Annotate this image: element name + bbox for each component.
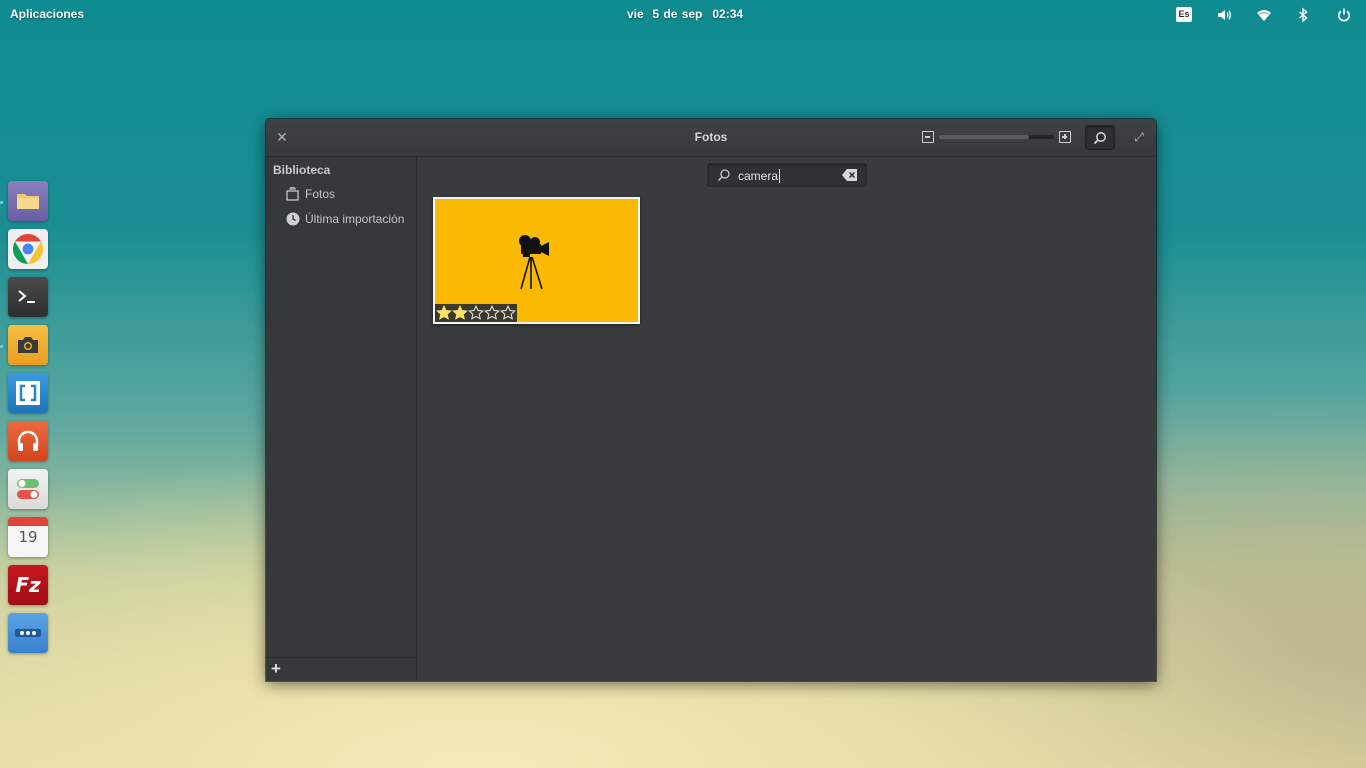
search-toggle-button[interactable]: [1085, 125, 1115, 150]
sidebar-heading: Biblioteca: [273, 163, 331, 177]
clock-icon: [285, 212, 300, 227]
keyboard-layout-indicator[interactable]: Es: [1176, 7, 1192, 22]
running-indicator: [0, 345, 3, 348]
zoom-slider-fill: [939, 135, 1029, 139]
photos-window: ✕ Fotos ⤢ Biblioteca Fotos Última import…: [266, 119, 1156, 681]
text-cursor: [779, 169, 780, 183]
dock-filezilla[interactable]: Fz: [8, 565, 48, 605]
bluetooth-icon[interactable]: [1294, 6, 1312, 24]
dock-files[interactable]: [8, 181, 48, 221]
zoom-slider[interactable]: [939, 135, 1054, 139]
terminal-icon: [18, 290, 35, 303]
photo-thumbnail[interactable]: [433, 197, 640, 324]
running-indicator: [0, 201, 3, 204]
titlebar: ✕ Fotos ⤢: [266, 119, 1156, 157]
star-filled-icon[interactable]: [436, 305, 452, 321]
zoom-out-button[interactable]: [922, 131, 934, 143]
sidebar: Biblioteca Fotos Última importación +: [266, 157, 417, 681]
sidebar-item-last-import[interactable]: Última importación: [285, 209, 404, 229]
star-empty-icon[interactable]: [484, 305, 500, 321]
toggle-icon: [17, 479, 39, 499]
photo-grid: camera: [418, 157, 1156, 681]
search-input-value: camera: [738, 169, 779, 183]
star-filled-icon[interactable]: [452, 305, 468, 321]
zoom-in-button[interactable]: [1059, 131, 1071, 143]
maximize-icon: ⤢: [1134, 130, 1144, 144]
dock-chrome[interactable]: [8, 229, 48, 269]
maximize-button[interactable]: ⤢: [1132, 130, 1146, 144]
power-icon[interactable]: [1335, 6, 1353, 24]
star-empty-icon[interactable]: [468, 305, 484, 321]
dock-brackets[interactable]: [8, 373, 48, 413]
volume-icon[interactable]: [1215, 6, 1233, 24]
rating-stars[interactable]: [435, 304, 517, 322]
clear-search-icon[interactable]: [842, 169, 858, 181]
sidebar-item-photos[interactable]: Fotos: [285, 184, 335, 204]
sidebar-footer: +: [266, 657, 416, 681]
brackets-icon: [16, 381, 40, 405]
ellipsis-icon: [15, 629, 41, 637]
camera-icon: [18, 337, 38, 353]
calendar-day: 19: [18, 528, 38, 546]
calendar-icon: [8, 517, 48, 526]
photos-icon: [285, 187, 300, 202]
search-icon: [1093, 131, 1106, 144]
clock-date: vie 5 de sep: [627, 7, 703, 21]
folder-icon: [17, 194, 39, 209]
search-icon: [717, 169, 730, 182]
dock-settings[interactable]: [8, 469, 48, 509]
sidebar-item-label: Última importación: [305, 212, 405, 226]
wifi-icon[interactable]: [1255, 6, 1273, 24]
filezilla-icon: Fz: [15, 573, 41, 597]
dock-more[interactable]: [8, 613, 48, 653]
top-panel: Aplicaciones vie 5 de sep 02:34 Es: [0, 0, 1366, 28]
chrome-icon: [12, 234, 44, 264]
dock-calendar[interactable]: 19: [8, 517, 48, 557]
star-empty-icon[interactable]: [500, 305, 516, 321]
clock[interactable]: vie 5 de sep 02:34: [627, 7, 743, 21]
dock-terminal[interactable]: [8, 277, 48, 317]
clock-time: 02:34: [712, 7, 744, 21]
add-button[interactable]: +: [271, 660, 285, 678]
sidebar-item-label: Fotos: [305, 187, 336, 201]
applications-menu[interactable]: Aplicaciones: [10, 7, 84, 21]
dock-screenshot[interactable]: [8, 325, 48, 365]
headphones-icon: [17, 430, 39, 451]
search-input[interactable]: camera: [707, 163, 867, 187]
dock-music[interactable]: [8, 421, 48, 461]
